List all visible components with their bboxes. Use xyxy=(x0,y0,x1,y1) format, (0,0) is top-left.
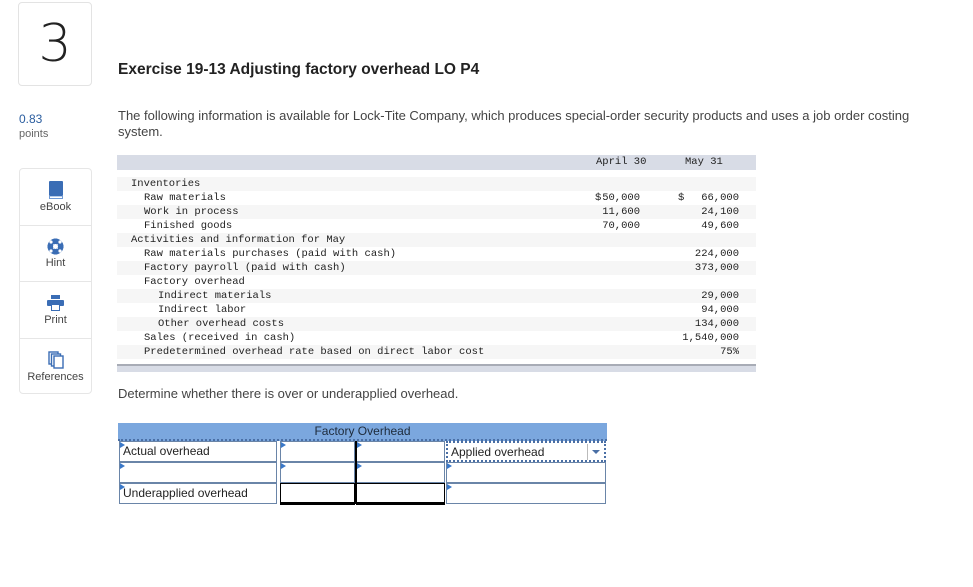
input-marker-icon xyxy=(357,463,362,469)
info-row: Indirect materials 29,000 xyxy=(117,289,756,303)
right-label-dropdown[interactable]: Applied overhead xyxy=(446,441,606,462)
input-marker-icon xyxy=(120,463,125,469)
question-number-box: 3 xyxy=(18,2,92,86)
info-row-label: Indirect materials xyxy=(158,290,272,302)
input-marker-icon xyxy=(447,463,452,469)
info-row-label: Raw materials xyxy=(144,192,226,204)
info-row-label: Predetermined overhead rate based on dir… xyxy=(144,346,485,358)
credit-total-input[interactable] xyxy=(356,483,445,505)
info-row: Predetermined overhead rate based on dir… xyxy=(117,345,756,359)
info-row-label: Inventories xyxy=(131,178,201,190)
t-row xyxy=(118,462,607,483)
chevron-down-icon[interactable] xyxy=(587,444,603,460)
hint-label: Hint xyxy=(45,257,66,270)
input-marker-icon xyxy=(120,484,125,490)
points-label: points xyxy=(19,128,49,140)
copy-icon xyxy=(47,351,65,369)
info-row-label: Raw materials purchases (paid with cash) xyxy=(144,248,397,260)
info-row-label: Indirect labor xyxy=(158,304,247,316)
april-value: 11,600 xyxy=(602,206,640,218)
april-value: 50,000 xyxy=(602,192,640,204)
col-header-april: April 30 xyxy=(596,156,647,168)
right-label-input[interactable] xyxy=(446,483,606,504)
debit-total-input[interactable] xyxy=(280,483,355,505)
info-row: Activities and information for May xyxy=(117,233,756,247)
april-dollar-sign: $ xyxy=(595,192,602,204)
print-label: Print xyxy=(44,313,67,326)
question-number: 3 xyxy=(38,14,72,74)
info-row-label: Sales (received in cash) xyxy=(144,332,296,344)
may-value: 49,600 xyxy=(701,220,739,232)
input-marker-icon xyxy=(281,442,286,448)
debit-input[interactable] xyxy=(280,441,355,462)
info-row: Inventories xyxy=(117,177,756,191)
may-value: 66,000 xyxy=(701,192,739,204)
book-icon xyxy=(47,180,65,199)
info-table-header: April 30 May 31 xyxy=(117,155,756,170)
info-table-footer xyxy=(117,364,756,372)
left-label-input[interactable]: Actual overhead xyxy=(119,441,277,462)
lifebuoy-icon xyxy=(47,237,65,255)
may-value: 134,000 xyxy=(694,318,739,330)
input-marker-icon xyxy=(120,442,125,448)
points-value: 0.83 xyxy=(19,112,43,126)
right-label-input[interactable] xyxy=(446,462,606,483)
info-row-label: Other overhead costs xyxy=(158,318,285,330)
exercise-intro: The following information is available f… xyxy=(118,108,910,139)
info-row: Finished goods 70,000 49,600 xyxy=(117,219,756,233)
may-value: 1,540,000 xyxy=(682,332,739,344)
ebook-button[interactable]: eBook xyxy=(20,169,91,226)
may-value: 24,100 xyxy=(701,206,739,218)
info-row-label: Finished goods xyxy=(144,220,233,232)
tools-panel: eBook Hint Print References xyxy=(19,168,92,394)
left-label-input[interactable] xyxy=(119,462,277,483)
info-row: Factory overhead xyxy=(117,275,756,289)
info-row-label: Activities and information for May xyxy=(131,234,346,246)
may-value: 224,000 xyxy=(694,248,739,260)
hint-button[interactable]: Hint xyxy=(20,226,91,282)
right-label-text: Applied overhead xyxy=(451,445,545,459)
credit-input[interactable] xyxy=(356,441,445,462)
info-row-label: Factory payroll (paid with cash) xyxy=(144,262,346,274)
info-table-body: Inventories Raw materials $50,000 $66,000 Wo… xyxy=(117,170,756,359)
t-account-title: Factory Overhead xyxy=(118,423,607,441)
t-row: Actual overhead Applied overhead xyxy=(118,441,607,462)
left-label-input[interactable]: Underapplied overhead xyxy=(119,483,277,504)
credit-input[interactable] xyxy=(356,462,445,483)
input-marker-icon xyxy=(357,442,362,448)
input-marker-icon xyxy=(281,463,286,469)
may-value: 75% xyxy=(720,346,739,358)
april-value: 70,000 xyxy=(602,220,640,232)
info-row: Other overhead costs 134,000 xyxy=(117,317,756,331)
print-button[interactable]: Print xyxy=(20,282,91,339)
left-label-text: Underapplied overhead xyxy=(123,486,248,500)
t-account-divider xyxy=(355,441,357,504)
may-value: 94,000 xyxy=(701,304,739,316)
question-prompt: Determine whether there is over or under… xyxy=(118,386,459,401)
ebook-label: eBook xyxy=(39,200,72,213)
info-row-label: Work in process xyxy=(144,206,239,218)
may-dollar-sign: $ xyxy=(678,192,685,204)
t-account: Factory Overhead Actual overhead Applied… xyxy=(118,423,607,505)
info-row: Raw materials $50,000 $66,000 xyxy=(117,191,756,205)
references-label: References xyxy=(27,370,84,383)
printer-icon xyxy=(47,294,65,312)
references-button[interactable]: References xyxy=(20,339,91,396)
input-marker-icon xyxy=(447,484,452,490)
t-row-total: Underapplied overhead xyxy=(118,483,607,505)
info-table: April 30 May 31 Inventories Raw materials… xyxy=(117,155,756,372)
info-row: Work in process 11,600 24,100 xyxy=(117,205,756,219)
may-value: 373,000 xyxy=(694,262,739,274)
left-label-text: Actual overhead xyxy=(123,444,210,458)
info-row: Raw materials purchases (paid with cash)… xyxy=(117,247,756,261)
may-value: 29,000 xyxy=(701,290,739,302)
info-row: Sales (received in cash) 1,540,000 xyxy=(117,331,756,345)
col-header-may: May 31 xyxy=(685,156,723,168)
info-row-label: Factory overhead xyxy=(144,276,245,288)
info-row: Indirect labor 94,000 xyxy=(117,303,756,317)
info-row: Factory payroll (paid with cash) 373,000 xyxy=(117,261,756,275)
exercise-title: Exercise 19-13 Adjusting factory overhea… xyxy=(118,61,480,78)
debit-input[interactable] xyxy=(280,462,355,483)
